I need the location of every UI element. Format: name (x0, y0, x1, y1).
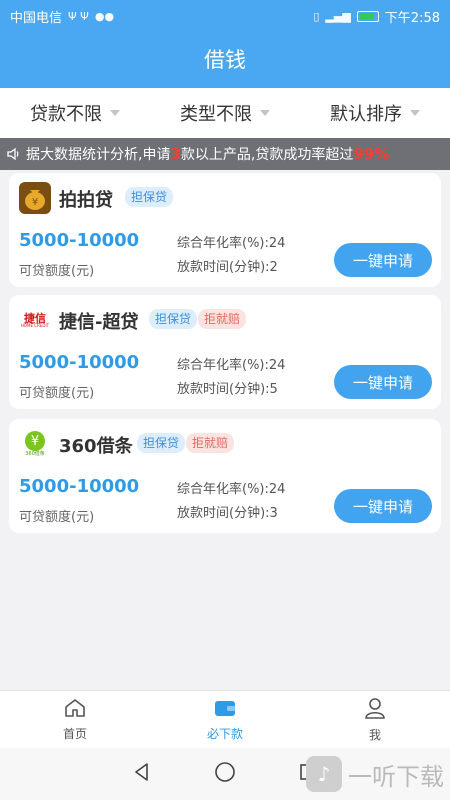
payout-time: 放款时间(分钟):2 (177, 260, 278, 275)
home-credit-logo-icon: 捷信 HOME CREDIT (20, 311, 50, 328)
carrier-label: 中国电信 (10, 10, 63, 26)
nav-item-home[interactable]: 首页 (0, 691, 150, 748)
nav-label: 首页 (62, 726, 87, 741)
apply-button[interactable]: 一键申请 (334, 489, 432, 523)
home-icon (64, 698, 86, 721)
message-icon: ●● (94, 9, 115, 23)
page-title: 借钱 (204, 48, 246, 72)
watermark-logo-icon: ♪ (306, 756, 342, 792)
payout-time: 放款时间(分钟):3 (177, 506, 278, 521)
loan-amount: 5000-10000 (19, 476, 140, 497)
nav-item-must-loan[interactable]: 必下款 (150, 691, 300, 748)
nav-label: 必下款 (206, 726, 243, 741)
filter-label: 默认排序 (330, 104, 402, 125)
status-bar: 中国电信 Ψ Ψ ●● ▯ ▂▄▆ 下午2:58 (0, 0, 450, 32)
amount-label: 可贷额度(元) (19, 510, 95, 525)
tag-guarantee: 担保贷 (149, 309, 198, 329)
apply-button[interactable]: 一键申请 (334, 243, 432, 277)
caret-down-icon (410, 110, 420, 116)
speaker-icon (6, 146, 22, 166)
product-name: 捷信-超贷 (59, 312, 139, 333)
product-card[interactable]: ¥ 拍拍贷 担保贷 5000-10000 可贷额度(元) 综合年化率(%):24… (9, 173, 441, 287)
nav-label: 我 (368, 727, 381, 742)
tag-guarantee: 担保贷 (137, 433, 186, 453)
notice-text-2: 款以上产品,贷款成功率超过 (180, 147, 354, 163)
product-name: 360借条 (59, 436, 133, 457)
filter-label: 贷款不限 (30, 104, 102, 125)
360-logo-icon: ¥ 360借条 (19, 428, 51, 460)
tag-compensation: 拒就赔 (186, 433, 235, 453)
loan-amount: 5000-10000 (19, 230, 140, 251)
tag-compensation: 拒就赔 (198, 309, 247, 329)
filter-bar: 贷款不限 类型不限 默认排序 (0, 88, 450, 138)
filter-loan-amount[interactable]: 贷款不限 (30, 100, 120, 126)
notice-banner: 据大数据统计分析,申请 3 款以上产品,贷款成功率超过 99% (0, 138, 450, 170)
app-header-bar: 中国电信 Ψ Ψ ●● ▯ ▂▄▆ 下午2:58 借钱 (0, 0, 450, 88)
notice-text-1: 据大数据统计分析,申请 (26, 147, 171, 163)
svg-text:¥: ¥ (32, 197, 38, 208)
amount-label: 可贷额度(元) (19, 386, 95, 401)
notice-count: 3 (170, 145, 181, 163)
tag-guarantee: 担保贷 (125, 187, 174, 207)
apply-button[interactable]: 一键申请 (334, 365, 432, 399)
notice-percent: 99% (353, 145, 390, 163)
annual-rate: 综合年化率(%):24 (177, 236, 286, 251)
payout-time: 放款时间(分钟):5 (177, 382, 278, 397)
product-name: 拍拍贷 (59, 190, 113, 211)
usb-icon: Ψ Ψ (68, 9, 89, 23)
product-card[interactable]: ¥ 360借条 360借条 担保贷 拒就赔 5000-10000 可贷额度(元)… (9, 419, 441, 533)
watermark-text: 一听下载 (348, 762, 444, 791)
product-card[interactable]: 捷信 HOME CREDIT 捷信-超贷 担保贷 拒就赔 5000-10000 … (9, 295, 441, 409)
bottom-nav: 首页 必下款 我 (0, 690, 450, 748)
back-icon[interactable] (132, 762, 152, 786)
watermark: ♪ 一听下载 (306, 756, 444, 792)
nav-item-me[interactable]: 我 (300, 691, 450, 748)
user-icon (364, 697, 386, 722)
loan-amount: 5000-10000 (19, 352, 140, 373)
annual-rate: 综合年化率(%):24 (177, 482, 286, 497)
filter-label: 类型不限 (180, 104, 252, 125)
clock-label: 下午2:58 (384, 10, 440, 26)
filter-sort[interactable]: 默认排序 (330, 100, 420, 126)
wallet-icon (214, 698, 236, 721)
battery-icon (356, 10, 379, 22)
money-bag-icon: ¥ (19, 182, 51, 214)
caret-down-icon (260, 110, 270, 116)
caret-down-icon (110, 110, 120, 116)
amount-label: 可贷额度(元) (19, 264, 95, 279)
filter-type[interactable]: 类型不限 (180, 100, 270, 126)
annual-rate: 综合年化率(%):24 (177, 358, 286, 373)
home-circle-icon[interactable] (214, 761, 236, 787)
signal-icon: ▂▄▆ (325, 9, 351, 23)
vibrate-icon: ▯ (313, 9, 320, 23)
